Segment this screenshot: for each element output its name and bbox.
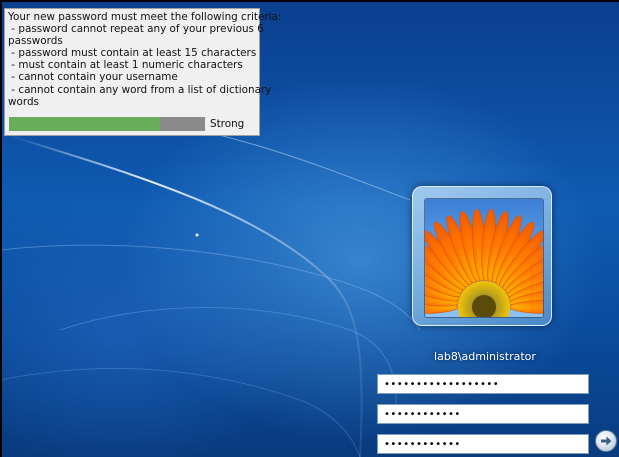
- criteria-line: - must contain at least 1 numeric charac…: [8, 59, 243, 72]
- password-criteria-popup: Your new password must meet the followin…: [4, 8, 282, 136]
- criteria-line: - password must contain at least 15 char…: [8, 47, 257, 60]
- criteria-line: passwords: [8, 35, 63, 48]
- screenshot-border-top: [0, 0, 619, 2]
- password-strength-meter: Strong: [9, 117, 255, 131]
- submit-button[interactable]: [595, 430, 617, 452]
- new-password-field[interactable]: [377, 404, 589, 424]
- criteria-line: - cannot contain any word from a list of…: [8, 83, 272, 96]
- strength-label: Strong: [210, 118, 245, 130]
- user-avatar-frame: [412, 186, 552, 326]
- criteria-line: Your new password must meet the followin…: [8, 11, 282, 23]
- arrow-right-icon: [601, 436, 612, 446]
- strength-bar-track: [9, 117, 205, 131]
- account-username: lab8\administrator: [434, 350, 536, 363]
- criteria-line: - cannot contain your username: [8, 71, 178, 84]
- criteria-line: words: [8, 95, 39, 108]
- orange-gerbera-flower-icon: [424, 198, 544, 318]
- screenshot-border-left: [0, 0, 2, 457]
- confirm-password-field[interactable]: [377, 434, 589, 454]
- strength-bar-fill: [9, 117, 160, 131]
- current-password-field[interactable]: [377, 374, 589, 394]
- criteria-line: - password cannot repeat any of your pre…: [8, 23, 264, 36]
